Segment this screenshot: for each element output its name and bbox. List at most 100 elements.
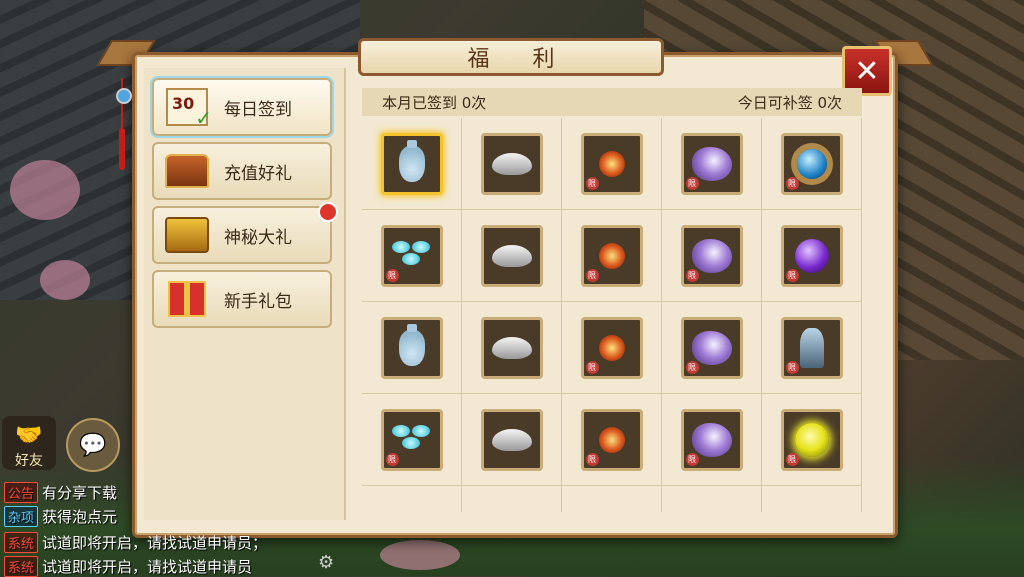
sidebar-item-mystery-gift[interactable]: 神秘大礼 (152, 202, 338, 264)
reward-cell (362, 486, 462, 512)
reward-slot-vase[interactable] (380, 132, 443, 195)
hanging-ornament (112, 78, 132, 178)
reward-slot-orb-yellow[interactable]: 限 (780, 408, 843, 471)
friends-button[interactable]: 🤝 好友 (2, 416, 56, 470)
reward-slot-gems[interactable]: 限 (380, 224, 443, 287)
chat-line: 杂项 获得泡点元 (4, 505, 117, 527)
handshake-icon: 🤝 (15, 423, 43, 448)
reward-cell (762, 486, 862, 512)
chat-log: 公告 有分享下载 杂项 获得泡点元 系统 试道即将开启，请找试道申请员； 系统 … (0, 476, 330, 577)
reward-slot-fire[interactable]: 限 (580, 132, 643, 195)
sidebar-item-label: 神秘大礼 (224, 227, 292, 248)
reward-slot-ingot[interactable] (480, 224, 543, 287)
sidebar-item-newbie-pack[interactable]: 新手礼包 (152, 270, 332, 328)
blossom-decoration (10, 160, 80, 220)
chat-text: 试道即将开启，请找试道申请员； (42, 533, 268, 552)
calendar-check-icon: 30 ✓ (164, 84, 212, 130)
settings-gear-icon[interactable]: ⚙ (318, 552, 334, 573)
reward-cell (362, 302, 462, 394)
fire-icon (598, 150, 625, 177)
reward-cell: 限 (762, 118, 862, 210)
sidebar-item-label: 每日签到 (224, 99, 292, 120)
reward-slot-fire[interactable]: 限 (580, 316, 643, 379)
reward-slot-statue[interactable]: 限 (780, 316, 843, 379)
bound-tag: 限 (785, 360, 799, 374)
reward-slot-orb-blue[interactable]: 限 (780, 132, 843, 195)
reward-slot-fire[interactable]: 限 (580, 408, 643, 471)
orb-yellow-icon (794, 422, 829, 457)
reward-cell: 限 (662, 394, 762, 486)
bound-tag: 限 (585, 452, 599, 466)
vase-icon (398, 323, 425, 366)
chat-bubble-icon: 💬 (79, 432, 107, 458)
reward-slot-gems[interactable]: 限 (380, 408, 443, 471)
fire-icon (598, 334, 625, 361)
reward-slot-crystal[interactable]: 限 (680, 132, 743, 195)
bound-tag: 限 (585, 360, 599, 374)
fire-icon (598, 426, 625, 453)
reward-slot-crystal[interactable]: 限 (680, 224, 743, 287)
sidebar-item-label: 新手礼包 (224, 291, 292, 312)
crystal-icon (691, 238, 732, 273)
treasure-chest-icon (164, 148, 210, 194)
chat-tag: 公告 (4, 481, 39, 503)
reward-cell (462, 210, 562, 302)
reward-cell: 限 (662, 302, 762, 394)
ingot-icon (491, 244, 532, 267)
chat-tag: 杂项 (4, 505, 39, 527)
reward-cell: 限 (562, 302, 662, 394)
gems-icon (391, 239, 432, 273)
crystal-icon (691, 146, 732, 181)
bound-tag: 限 (685, 452, 699, 466)
sidebar-item-recharge-gift[interactable]: 充值好礼 (152, 142, 332, 200)
reward-slot-orb-purple[interactable]: 限 (780, 224, 843, 287)
ingot-icon (491, 336, 532, 359)
notification-badge (318, 202, 338, 222)
reward-cell: 限 (662, 210, 762, 302)
signin-info-bar: 本月已签到 0次 今日可补签 0次 (362, 88, 862, 116)
reward-cell (462, 486, 562, 512)
reward-cell (462, 118, 562, 210)
bound-tag: 限 (785, 268, 799, 282)
bound-tag: 限 (685, 360, 699, 374)
reward-cell: 限 (762, 210, 862, 302)
chat-line: 系统 试道即将开启，请找试道申请员； (4, 531, 268, 553)
bound-tag: 限 (385, 268, 399, 282)
orb-purple-icon (794, 238, 829, 273)
crystal-icon (691, 330, 732, 365)
reward-grid: 限限限限限限限限限限限限限限 (362, 118, 862, 512)
reward-slot-crystal[interactable]: 限 (680, 408, 743, 471)
reward-cell: 限 (362, 210, 462, 302)
chat-bubble-button[interactable]: 💬 (66, 418, 120, 472)
makeup-signin-count: 今日可补签 0次 (737, 93, 842, 112)
reward-slot-crystal[interactable]: 限 (680, 316, 743, 379)
chat-text: 有分享下载 (42, 483, 118, 502)
chat-tag: 系统 (4, 531, 39, 553)
calendar-day: 30 (172, 94, 195, 113)
reward-cell: 限 (562, 118, 662, 210)
reward-slot-fire[interactable]: 限 (580, 224, 643, 287)
sidebar-item-daily-signin[interactable]: 30 ✓ 每日签到 (152, 78, 332, 136)
reward-cell: 限 (762, 302, 862, 394)
reward-cell: 限 (562, 210, 662, 302)
blossom-decoration (380, 540, 460, 570)
monthly-signin-count: 本月已签到 0次 (382, 93, 487, 112)
reward-cell (562, 486, 662, 512)
friends-label: 好友 (15, 453, 43, 469)
bound-tag: 限 (585, 176, 599, 190)
open-chest-icon (164, 212, 210, 258)
chat-line: 系统 试道即将开启，请找试道申请员 (4, 555, 252, 577)
reward-cell: 限 (562, 394, 662, 486)
reward-slot-ingot[interactable] (480, 408, 543, 471)
reward-cell (462, 302, 562, 394)
bound-tag: 限 (385, 452, 399, 466)
chat-tag: 系统 (4, 555, 39, 577)
bound-tag: 限 (785, 176, 799, 190)
reward-slot-vase[interactable] (380, 316, 443, 379)
reward-slot-ingot[interactable] (480, 316, 543, 379)
statue-icon (799, 327, 824, 368)
reward-slot-ingot[interactable] (480, 132, 543, 195)
ingot-icon (491, 152, 532, 175)
blossom-decoration (40, 260, 90, 300)
reward-cell (362, 118, 462, 210)
